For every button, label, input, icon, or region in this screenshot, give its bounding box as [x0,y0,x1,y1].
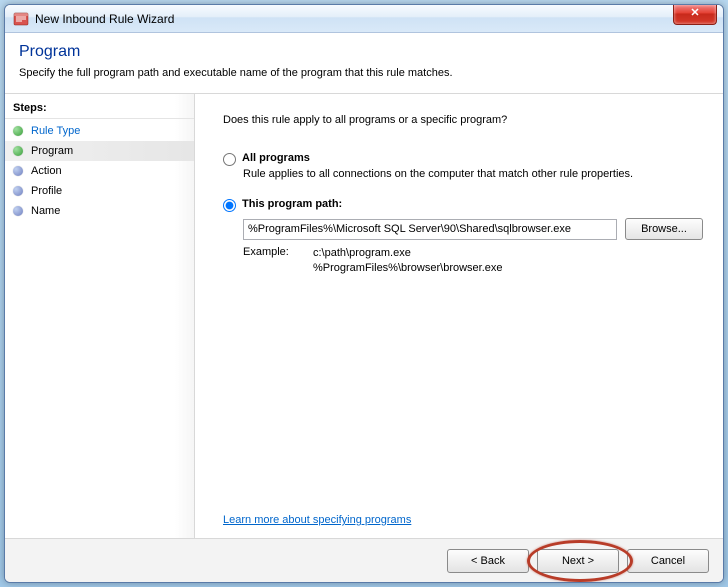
option-all-desc: Rule applies to all connections on the c… [243,168,703,180]
path-row: Browse... [243,218,703,240]
option-all-title: All programs [242,152,310,164]
titlebar[interactable]: New Inbound Rule Wizard ✕ [5,5,723,33]
next-button[interactable]: Next > [537,549,619,573]
header-section: Program Specify the full program path an… [5,33,723,94]
page-subtitle: Specify the full program path and execut… [19,67,709,79]
button-bar: < Back Next > Cancel [5,538,723,582]
back-button[interactable]: < Back [447,549,529,573]
sidebar-item-profile[interactable]: Profile [5,181,194,201]
content-pane: Does this rule apply to all programs or … [195,94,723,538]
example-line1: c:\path\program.exe [313,246,503,261]
learn-more-link[interactable]: Learn more about specifying programs [223,514,703,526]
radio-program-path[interactable] [223,199,236,212]
sidebar: Steps: Rule Type Program Action Profile … [5,94,195,538]
step-bullet-icon [13,146,23,156]
step-bullet-icon [13,186,23,196]
sidebar-item-rule-type[interactable]: Rule Type [5,121,194,141]
close-icon: ✕ [690,7,699,19]
step-label: Rule Type [31,125,80,137]
option-all-programs: All programs Rule applies to all connect… [223,152,703,180]
wizard-window: New Inbound Rule Wizard ✕ Program Specif… [4,4,724,583]
body-area: Steps: Rule Type Program Action Profile … [5,94,723,538]
rule-question: Does this rule apply to all programs or … [223,114,703,126]
step-bullet-icon [13,206,23,216]
page-title: Program [19,43,709,61]
example-label: Example: [243,246,295,276]
step-label: Program [31,145,73,157]
example-values: c:\path\program.exe %ProgramFiles%\brows… [313,246,503,276]
app-icon [13,11,29,27]
sidebar-item-program[interactable]: Program [5,141,194,161]
example-line2: %ProgramFiles%\browser\browser.exe [313,261,503,276]
step-label: Action [31,165,62,177]
option-all-row[interactable]: All programs [223,152,703,166]
close-button[interactable]: ✕ [673,5,717,25]
browse-button[interactable]: Browse... [625,218,703,240]
sidebar-item-action[interactable]: Action [5,161,194,181]
sidebar-item-name[interactable]: Name [5,201,194,221]
cancel-button[interactable]: Cancel [627,549,709,573]
program-path-input[interactable] [243,219,617,240]
example-row: Example: c:\path\program.exe %ProgramFil… [243,246,703,276]
step-bullet-icon [13,126,23,136]
window-title: New Inbound Rule Wizard [35,12,174,26]
step-label: Name [31,205,60,217]
steps-heading: Steps: [5,100,194,119]
step-label: Profile [31,185,62,197]
option-path-row[interactable]: This program path: [223,198,703,212]
option-path-title: This program path: [242,198,342,210]
step-bullet-icon [13,166,23,176]
option-program-path: This program path: Browse... Example: c:… [223,198,703,276]
radio-all-programs[interactable] [223,153,236,166]
